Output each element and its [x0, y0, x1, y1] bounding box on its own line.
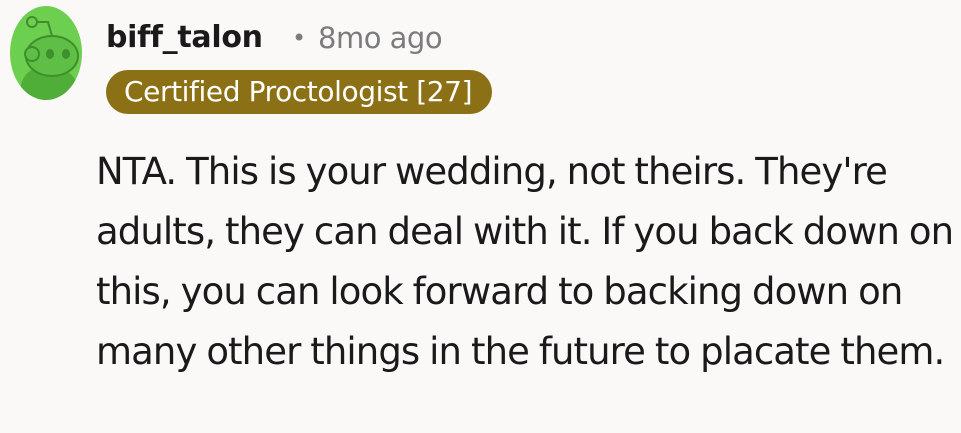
username-link[interactable]: biff_talon — [106, 18, 263, 58]
user-avatar[interactable] — [10, 6, 82, 100]
comment: biff_talon • 8mo ago Certified Proctolog… — [0, 0, 961, 433]
user-flair: Certified Proctologist [27] — [106, 70, 493, 114]
snoo-avatar-icon — [10, 6, 82, 100]
meta-separator: • — [292, 24, 307, 52]
comment-timestamp[interactable]: 8mo ago — [318, 18, 443, 58]
comment-body: NTA. This is your wedding, not theirs. T… — [96, 150, 954, 373]
